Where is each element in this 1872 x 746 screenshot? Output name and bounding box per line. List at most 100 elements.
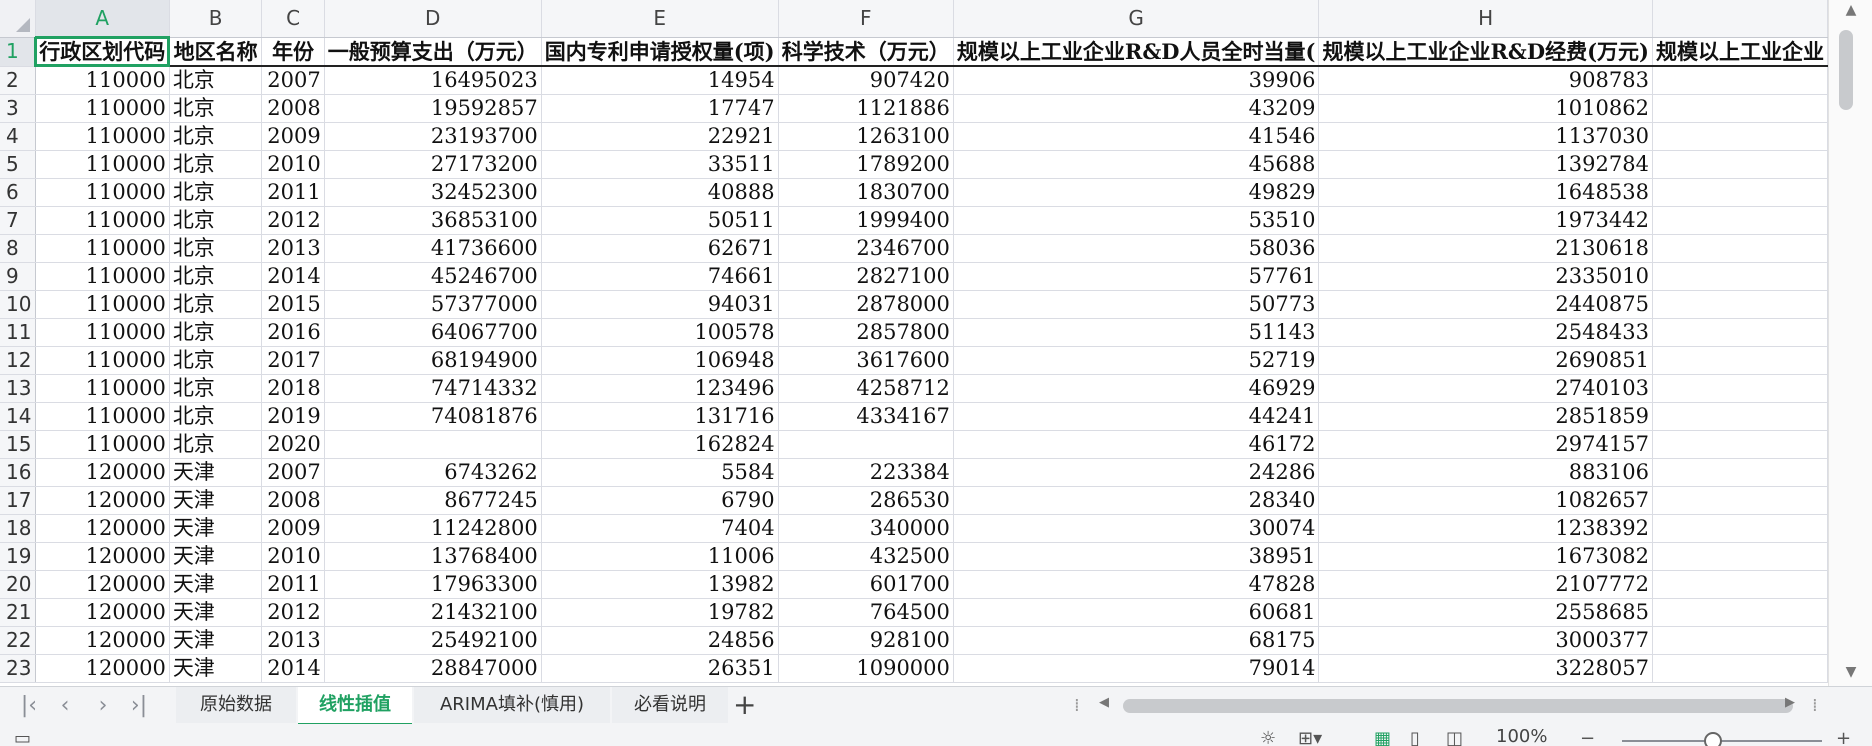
- data-cell[interactable]: 120000: [35, 598, 170, 627]
- data-cell[interactable]: 74714332: [324, 374, 542, 403]
- data-cell[interactable]: 110000: [35, 402, 170, 431]
- data-cell[interactable]: 2014: [261, 654, 325, 683]
- data-cell[interactable]: [1652, 262, 1828, 291]
- data-cell[interactable]: [1652, 374, 1828, 403]
- tab-linear-interpolation[interactable]: 线性插值: [298, 687, 412, 725]
- data-cell[interactable]: 2009: [261, 514, 325, 543]
- data-cell[interactable]: [1652, 234, 1828, 263]
- data-cell[interactable]: 764500: [778, 598, 954, 627]
- data-cell[interactable]: 27173200: [324, 150, 542, 179]
- data-cell[interactable]: 1121886: [778, 94, 954, 123]
- data-cell[interactable]: 32452300: [324, 178, 542, 207]
- data-cell[interactable]: 4334167: [778, 402, 954, 431]
- data-cell[interactable]: 120000: [35, 626, 170, 655]
- data-cell[interactable]: 46929: [953, 374, 1320, 403]
- data-cell[interactable]: 1392784: [1318, 150, 1653, 179]
- column-header[interactable]: H: [1318, 0, 1653, 38]
- data-cell[interactable]: [1652, 178, 1828, 207]
- column-header[interactable]: [1652, 0, 1828, 38]
- data-cell[interactable]: 5584: [541, 458, 779, 487]
- data-cell[interactable]: 北京: [169, 262, 263, 291]
- first-sheet-icon[interactable]: |‹: [14, 695, 44, 717]
- data-cell[interactable]: 74081876: [324, 402, 542, 431]
- page-break-icon[interactable]: ◫: [1446, 728, 1463, 746]
- header-cell[interactable]: 年份: [261, 37, 325, 67]
- row-number[interactable]: 2: [0, 66, 36, 95]
- data-cell[interactable]: 1789200: [778, 150, 954, 179]
- data-cell[interactable]: 北京: [169, 290, 263, 319]
- row-number[interactable]: 3: [0, 94, 36, 123]
- data-cell[interactable]: [1652, 290, 1828, 319]
- data-cell[interactable]: 2014: [261, 262, 325, 291]
- data-cell[interactable]: 1973442: [1318, 206, 1653, 235]
- data-cell[interactable]: 2007: [261, 66, 325, 95]
- data-cell[interactable]: 19592857: [324, 94, 542, 123]
- data-cell[interactable]: 北京: [169, 374, 263, 403]
- data-cell[interactable]: 94031: [541, 290, 779, 319]
- data-cell[interactable]: 110000: [35, 346, 170, 375]
- data-cell[interactable]: 2010: [261, 150, 325, 179]
- data-cell[interactable]: 51143: [953, 318, 1320, 347]
- data-cell[interactable]: 天津: [169, 542, 263, 571]
- data-cell[interactable]: 2012: [261, 598, 325, 627]
- next-sheet-icon[interactable]: ›: [88, 695, 118, 717]
- data-cell[interactable]: 432500: [778, 542, 954, 571]
- data-cell[interactable]: 64067700: [324, 318, 542, 347]
- data-cell[interactable]: 11242800: [324, 514, 542, 543]
- row-number[interactable]: 22: [0, 626, 36, 655]
- prev-sheet-icon[interactable]: ‹: [50, 695, 80, 717]
- data-cell[interactable]: 天津: [169, 570, 263, 599]
- add-sheet-icon[interactable]: +: [733, 689, 756, 721]
- tab-splitter-handle[interactable]: ⁞: [1074, 695, 1080, 716]
- data-cell[interactable]: [1652, 598, 1828, 627]
- data-cell[interactable]: 223384: [778, 458, 954, 487]
- data-cell[interactable]: 2016: [261, 318, 325, 347]
- data-cell[interactable]: 907420: [778, 66, 954, 95]
- column-header[interactable]: F: [778, 0, 954, 38]
- row-number[interactable]: 18: [0, 514, 36, 543]
- data-cell[interactable]: 13982: [541, 570, 779, 599]
- data-cell[interactable]: 30074: [953, 514, 1320, 543]
- data-cell[interactable]: 131716: [541, 402, 779, 431]
- data-cell[interactable]: 120000: [35, 486, 170, 515]
- row-number[interactable]: 23: [0, 654, 36, 683]
- data-cell[interactable]: 110000: [35, 318, 170, 347]
- data-cell[interactable]: 3228057: [1318, 654, 1653, 683]
- header-cell[interactable]: 规模以上工业企业: [1652, 37, 1828, 67]
- row-number[interactable]: 19: [0, 542, 36, 571]
- data-cell[interactable]: 120000: [35, 570, 170, 599]
- zoom-in-icon[interactable]: +: [1836, 728, 1851, 746]
- data-cell[interactable]: 123496: [541, 374, 779, 403]
- tab-raw-data[interactable]: 原始数据: [176, 687, 296, 723]
- data-cell[interactable]: 883106: [1318, 458, 1653, 487]
- data-cell[interactable]: 45246700: [324, 262, 542, 291]
- data-cell[interactable]: 2007: [261, 458, 325, 487]
- data-cell[interactable]: 1082657: [1318, 486, 1653, 515]
- column-header[interactable]: A: [35, 0, 170, 38]
- row-number[interactable]: 10: [0, 290, 36, 319]
- data-cell[interactable]: 46172: [953, 430, 1320, 459]
- data-cell[interactable]: 120000: [35, 542, 170, 571]
- data-cell[interactable]: 3617600: [778, 346, 954, 375]
- tab-must-read[interactable]: 必看说明: [612, 687, 728, 723]
- data-cell[interactable]: 38951: [953, 542, 1320, 571]
- row-number[interactable]: 5: [0, 150, 36, 179]
- data-cell[interactable]: 19782: [541, 598, 779, 627]
- data-cell[interactable]: 2548433: [1318, 318, 1653, 347]
- data-cell[interactable]: 162824: [541, 430, 779, 459]
- data-cell[interactable]: 25492100: [324, 626, 542, 655]
- data-cell[interactable]: 50773: [953, 290, 1320, 319]
- horizontal-scrollbar[interactable]: ◀ ▶: [1085, 693, 1815, 717]
- row-number[interactable]: 9: [0, 262, 36, 291]
- data-cell[interactable]: 2015: [261, 290, 325, 319]
- data-cell[interactable]: 3000377: [1318, 626, 1653, 655]
- data-cell[interactable]: 1673082: [1318, 542, 1653, 571]
- data-cell[interactable]: 57377000: [324, 290, 542, 319]
- data-cell[interactable]: 2878000: [778, 290, 954, 319]
- data-cell[interactable]: 28340: [953, 486, 1320, 515]
- data-cell[interactable]: 2011: [261, 570, 325, 599]
- data-cell[interactable]: 106948: [541, 346, 779, 375]
- zoom-slider-knob[interactable]: [1704, 732, 1722, 746]
- data-cell[interactable]: 7404: [541, 514, 779, 543]
- data-cell[interactable]: 49829: [953, 178, 1320, 207]
